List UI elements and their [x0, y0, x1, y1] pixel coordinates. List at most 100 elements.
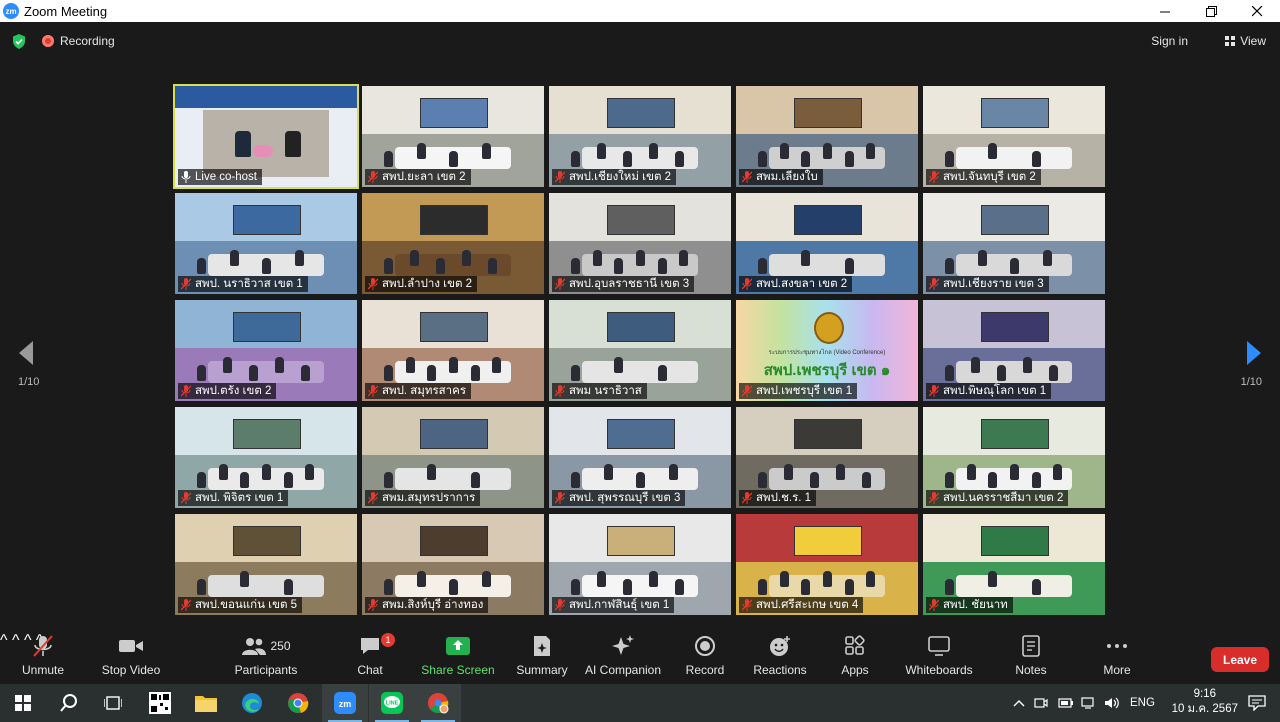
person [971, 357, 980, 373]
participant-video-tile[interactable]: สพป. สมุทรสาคร [362, 300, 544, 401]
participant-video-tile[interactable]: สพป.อุบลราชธานี เขต 3 [549, 193, 731, 294]
battery-icon[interactable] [1058, 696, 1074, 710]
person [197, 365, 206, 381]
participant-name-label: สพม.สมุทรปราการ [365, 490, 481, 506]
person [305, 464, 315, 480]
participant-name: สพป.ยะลา เขต 2 [382, 171, 466, 183]
sign-in-link[interactable]: Sign in [1151, 34, 1188, 48]
record-button[interactable]: Record [683, 632, 727, 684]
participant-video-tile[interactable]: สพป.เชียงใหม่ เขต 2 [549, 86, 731, 187]
recording-indicator[interactable]: Recording [42, 34, 115, 48]
room-screen [233, 526, 301, 557]
more-button[interactable]: More [1097, 632, 1137, 684]
participant-video-tile[interactable]: สพป.กาฬสินธุ์ เขต 1 [549, 514, 731, 615]
participant-video-tile[interactable]: สพป.จันทบุรี เขต 2 [923, 86, 1105, 187]
notes-button[interactable]: Notes [1011, 632, 1051, 684]
participant-video-tile[interactable]: สพป.ตรัง เขต 2 [175, 300, 357, 401]
ai-companion-button[interactable]: AI Companion [585, 632, 661, 684]
show-hidden-icons-icon[interactable] [1013, 698, 1025, 708]
room-screen [420, 205, 488, 236]
ai-companion-label: AI Companion [584, 663, 662, 677]
view-button[interactable]: View [1225, 34, 1266, 48]
edge-icon[interactable] [229, 684, 275, 722]
participant-video-tile[interactable]: สพป.ขอนแก่น เขต 5 [175, 514, 357, 615]
chrome-icon[interactable] [275, 684, 321, 722]
next-page-icon[interactable] [1245, 339, 1263, 367]
participant-video-tile[interactable]: สพม.เลียงใบ [736, 86, 918, 187]
muted-mic-icon [368, 278, 378, 290]
reactions-button[interactable]: Reactions [752, 632, 808, 684]
system-clock[interactable]: 9:16 10 ม.ค. 2567 [1172, 687, 1238, 717]
windows-start-icon[interactable] [0, 684, 46, 722]
meeting-toolbar: Unmute ^ Stop Video ^ 250 Participants ^… [0, 632, 1280, 684]
line-icon[interactable]: LINE [369, 684, 415, 722]
person [1031, 151, 1041, 167]
participant-video-tile[interactable]: สพม.สิงห์บุรี อ่างทอง [362, 514, 544, 615]
participants-button[interactable]: 250 Participants [235, 632, 297, 684]
participant-name-label: สพป.นครราชสีมา เขต 2 [926, 490, 1069, 506]
muted-mic-icon [368, 599, 378, 611]
person [657, 365, 667, 381]
meeting-topbar: Recording Sign in View [0, 22, 1280, 60]
participant-video-tile[interactable]: สพม.สมุทรปราการ [362, 407, 544, 508]
participant-video-tile[interactable]: สพป.ช.ร. 1 [736, 407, 918, 508]
participant-video-tile[interactable]: สพป.ยะลา เขต 2 [362, 86, 544, 187]
person [197, 579, 206, 595]
file-explorer-icon[interactable] [183, 684, 229, 722]
maximize-icon[interactable] [1188, 0, 1234, 22]
volume-icon[interactable] [1104, 696, 1120, 710]
participant-video-tile[interactable]: สพป.ลำปาง เขต 2 [362, 193, 544, 294]
input-language[interactable]: ENG [1130, 697, 1155, 709]
participant-video-tile[interactable]: สพป. สุพรรณบุรี เขต 3 [549, 407, 731, 508]
participant-video-tile[interactable]: สพป.นครราชสีมา เขต 2 [923, 407, 1105, 508]
room-screen [794, 98, 862, 129]
participant-video-tile[interactable]: สพป.สงขลา เขต 2 [736, 193, 918, 294]
chat-button[interactable]: 1 Chat [352, 632, 395, 684]
notifications-icon[interactable] [1234, 684, 1280, 722]
zoom-icon[interactable]: zm [322, 684, 368, 722]
unmute-button[interactable]: Unmute [18, 632, 68, 684]
apps-button[interactable]: Apps [836, 632, 874, 684]
room-screen [233, 419, 301, 450]
room-screen [233, 312, 301, 343]
security-shield-icon[interactable] [12, 34, 26, 49]
person [384, 151, 393, 167]
person [977, 250, 987, 266]
participant-name: สพป. นราธิวาส เขต 1 [195, 278, 303, 290]
participant-video-tile[interactable]: สพป. พิจิตร เขต 1 [175, 407, 357, 508]
summary-button[interactable]: Summary [513, 632, 571, 684]
participant-video-tile[interactable]: สพป. ชัยนาท [923, 514, 1105, 615]
person [623, 151, 632, 167]
previous-page-icon[interactable] [17, 339, 35, 367]
participant-video-tile[interactable]: สพป. นราธิวาส เขต 1 [175, 193, 357, 294]
search-icon[interactable] [46, 684, 92, 722]
room-screen [981, 312, 1049, 343]
close-icon[interactable] [1234, 0, 1280, 22]
participant-name-label: สพป.ศรีสะเกษ เขต 4 [739, 597, 864, 613]
muted-mic-icon [742, 599, 752, 611]
network-icon[interactable] [1081, 696, 1097, 710]
participant-video-tile[interactable]: สพป.พิษณุโลก เขต 1 [923, 300, 1105, 401]
whiteboards-button[interactable]: Whiteboards [904, 632, 974, 684]
minimize-icon[interactable] [1142, 0, 1188, 22]
chrome-profile-icon[interactable] [415, 684, 461, 722]
stop-video-button[interactable]: Stop Video [100, 632, 162, 684]
whiteboards-label: Whiteboards [905, 663, 973, 677]
participants-count: 250 [270, 639, 291, 653]
task-view-icon[interactable] [90, 684, 136, 722]
meet-now-icon[interactable] [1034, 696, 1048, 710]
leave-button[interactable]: Leave [1211, 647, 1269, 672]
participant-video-tile[interactable]: ระบบการประชุมทางไกล (Video Conference) สพ… [736, 300, 918, 401]
person [427, 464, 437, 480]
reactions-label: Reactions [753, 663, 807, 677]
participant-video-tile[interactable]: Live co-host [173, 84, 359, 189]
qr-app-icon[interactable] [137, 684, 183, 722]
person [844, 579, 854, 595]
participant-video-tile[interactable]: สพป.ศรีสะเกษ เขต 4 [736, 514, 918, 615]
audio-options-caret-icon[interactable]: ^ [0, 632, 8, 649]
participant-video-tile[interactable]: สพม นราธิวาส [549, 300, 731, 401]
person [416, 571, 426, 587]
share-screen-button[interactable]: Share Screen [420, 632, 496, 684]
person [240, 472, 250, 488]
participant-video-tile[interactable]: สพป.เชียงราย เขต 3 [923, 193, 1105, 294]
